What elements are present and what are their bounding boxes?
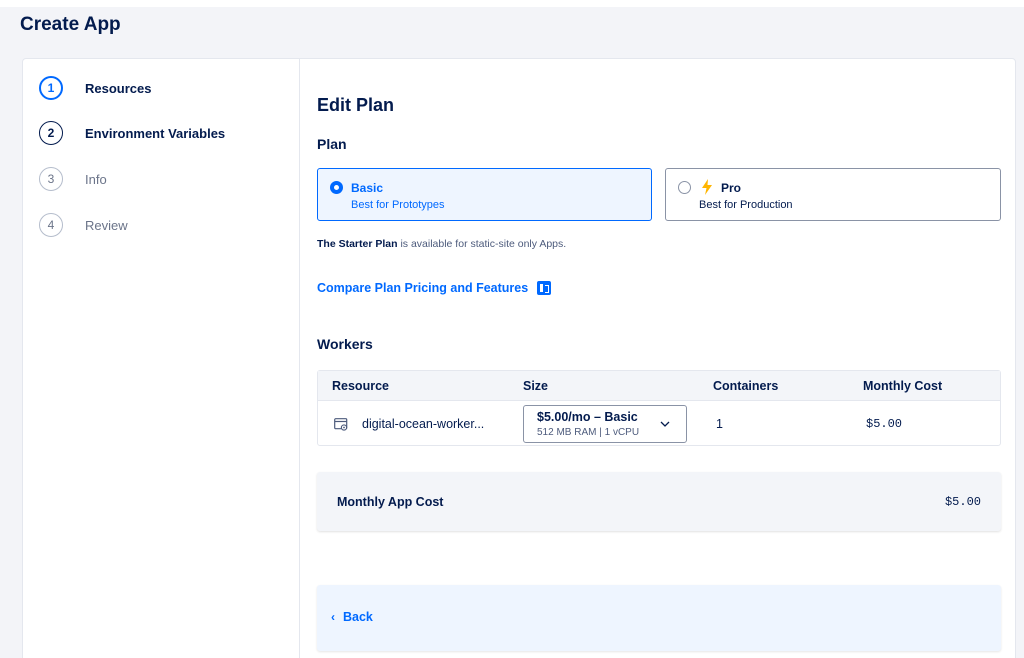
- step-review: 4 Review: [39, 212, 128, 238]
- chevron-down-icon: [660, 421, 670, 427]
- step-number: 3: [39, 167, 63, 191]
- table-header: Resource Size Containers Monthly Cost: [318, 371, 1000, 401]
- step-label: Environment Variables: [85, 125, 226, 141]
- step-label: Review: [85, 217, 128, 233]
- plan-basic-radio[interactable]: [330, 181, 343, 194]
- column-header-size: Size: [523, 379, 549, 393]
- compare-link-label: Compare Plan Pricing and Features: [317, 281, 529, 295]
- step-label: Resources: [85, 80, 152, 96]
- resource-name[interactable]: digital-ocean-worker...: [362, 417, 484, 431]
- size-dropdown[interactable]: $5.00/mo – Basic 512 MB RAM | 1 vCPU: [523, 405, 687, 443]
- create-app-card: 1 Resources 2 Environment Variables 3 In…: [22, 58, 1016, 658]
- column-header-resource: Resource: [332, 379, 389, 393]
- edit-plan-title: Edit Plan: [317, 95, 395, 115]
- compare-plan-pricing-link[interactable]: Compare Plan Pricing and Features: [317, 281, 552, 295]
- column-header-containers: Containers: [713, 379, 779, 393]
- page-title: Create App: [20, 14, 121, 35]
- back-label: Back: [343, 610, 373, 624]
- monthly-app-cost-label: Monthly App Cost: [337, 495, 444, 509]
- step-resources[interactable]: 1 Resources: [39, 75, 151, 101]
- plan-description: Best for Prototypes: [351, 199, 445, 211]
- starter-plan-bold: The Starter Plan: [317, 238, 398, 250]
- step-number: 2: [39, 121, 63, 145]
- chevron-left-icon: ‹: [331, 610, 335, 624]
- wizard-footer: ‹ Back: [317, 585, 1001, 651]
- plan-name: Basic: [351, 181, 384, 195]
- step-label: Info: [85, 171, 107, 187]
- workers-section-label: Workers: [317, 336, 373, 352]
- size-dropdown-value: $5.00/mo – Basic: [537, 410, 638, 424]
- monthly-app-cost-summary: Monthly App Cost $5.00: [317, 472, 1001, 531]
- containers-count: 1: [716, 417, 723, 431]
- step-number: 4: [39, 213, 63, 237]
- step-number: 1: [39, 76, 63, 100]
- plan-option-pro[interactable]: Pro Best for Production: [665, 168, 1001, 221]
- plan-option-basic[interactable]: Basic Best for Prototypes: [317, 168, 652, 221]
- top-strip: [0, 0, 1024, 7]
- stepper: 1 Resources 2 Environment Variables 3 In…: [23, 59, 300, 658]
- monthly-app-cost-value: $5.00: [944, 495, 981, 509]
- step-info: 3 Info: [39, 166, 107, 192]
- column-header-monthly-cost: Monthly Cost: [863, 379, 943, 393]
- starter-plan-note: The Starter Plan is available for static…: [317, 238, 566, 250]
- compare-table-icon: [537, 281, 552, 295]
- worker-resource-icon: [334, 418, 348, 431]
- step-environment-variables[interactable]: 2 Environment Variables: [39, 120, 225, 146]
- monthly-cost-value: $5.00: [866, 417, 903, 431]
- plan-description: Best for Production: [699, 199, 793, 211]
- plan-pro-radio[interactable]: [678, 181, 691, 194]
- table-row: digital-ocean-worker... $5.00/mo – Basic…: [318, 401, 1000, 446]
- plan-name: Pro: [721, 181, 742, 195]
- workers-table: Resource Size Containers Monthly Cost di…: [317, 370, 1001, 446]
- back-button[interactable]: ‹ Back: [331, 610, 373, 624]
- plan-section-label: Plan: [317, 136, 347, 152]
- main-panel: Edit Plan Plan Basic Best for Prototypes…: [317, 59, 1007, 658]
- size-dropdown-spec: 512 MB RAM | 1 vCPU: [537, 427, 640, 438]
- starter-plan-text: is available for static-site only Apps.: [397, 238, 567, 250]
- bolt-icon: [702, 179, 712, 195]
